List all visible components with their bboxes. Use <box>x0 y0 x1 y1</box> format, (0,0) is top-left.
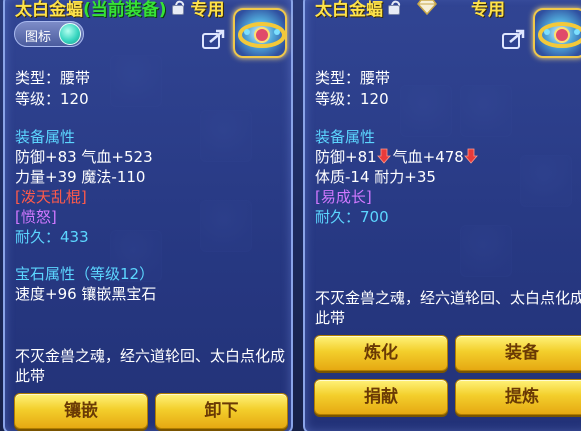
durability-value: 433 <box>60 228 89 246</box>
lock-icon[interactable] <box>171 0 185 15</box>
down-arrow-icon <box>376 148 391 164</box>
belt-item-icon <box>533 8 581 58</box>
attr-line-1: 防御+83 气血+523 <box>15 148 153 166</box>
type-line: 类型：腰带 <box>15 69 91 87</box>
level-line: 等级：120 <box>15 90 89 108</box>
attr-line-2: 力量+39 魔法-110 <box>15 168 146 186</box>
extract-button[interactable]: 提炼 <box>455 379 581 415</box>
equipped-item-tooltip: 太白金蝠 (当前装备) 专用 图标 类型：腰带 等级：120 装备属性 防御+8… <box>3 0 293 431</box>
special-skill: [泼天乱棍] <box>15 188 87 206</box>
item-description: 不灭金兽之魂，经六道轮回、太白点化成此带 <box>315 289 581 327</box>
durability-label: 耐久： <box>15 228 61 246</box>
down-arrow-icon <box>463 148 478 164</box>
item-name: 太白金蝠 <box>15 0 83 20</box>
durability-line: 耐久：700 <box>315 207 389 227</box>
share-icon[interactable] <box>201 28 227 50</box>
item-name: 太白金蝠 <box>315 0 383 20</box>
share-icon[interactable] <box>501 28 527 50</box>
level-line: 等级：120 <box>315 90 389 108</box>
donate-button[interactable]: 捐献 <box>314 379 448 415</box>
type-line: 类型：腰带 <box>315 69 391 87</box>
durability-line: 耐久：433 <box>15 227 89 247</box>
toggle-knob[interactable] <box>59 23 81 45</box>
lock-icon[interactable] <box>387 0 402 15</box>
icon-toggle[interactable]: 图标 <box>14 21 84 47</box>
exclusive-label: 专用 <box>190 0 225 20</box>
title-row: 太白金蝠 专用 <box>315 0 505 20</box>
inlay-button[interactable]: 镶嵌 <box>14 393 148 429</box>
durability-label: 耐久： <box>315 208 361 226</box>
attr-line-1: 防御+81 气血+478 <box>315 147 480 167</box>
section-equip-attr: 装备属性 <box>15 128 76 146</box>
special-effect: [易成长] <box>315 188 372 206</box>
diamond-icon <box>417 0 437 15</box>
attr-hp: 气血+478 <box>392 148 464 166</box>
section-gem-attr: 宝石属性（等级12） <box>15 265 155 283</box>
durability-value: 700 <box>360 208 389 226</box>
refine-button[interactable]: 炼化 <box>314 335 448 371</box>
item-description: 不灭金兽之魂，经六道轮回、太白点化成此带 <box>15 347 286 385</box>
attr-line-2: 体质-14 耐力+35 <box>315 168 436 186</box>
equip-button[interactable]: 装备 <box>455 335 581 371</box>
exclusive-label: 专用 <box>471 0 505 20</box>
belt-item-icon <box>233 8 287 58</box>
compare-item-tooltip: 太白金蝠 专用 类型：腰带 等级：120 装备属性 防御+81 气血+478 体质… <box>303 0 581 431</box>
remove-button[interactable]: 卸下 <box>155 393 288 429</box>
special-effect: [愤怒] <box>15 208 57 226</box>
equipped-tag: (当前装备) <box>83 0 167 20</box>
gem-line: 速度+96 镶嵌黑宝石 <box>15 285 157 303</box>
title-row: 太白金蝠 (当前装备) 专用 <box>15 0 225 20</box>
attr-defense: 防御+81 <box>315 148 377 166</box>
section-equip-attr: 装备属性 <box>315 128 376 146</box>
toggle-label: 图标 <box>25 30 52 45</box>
